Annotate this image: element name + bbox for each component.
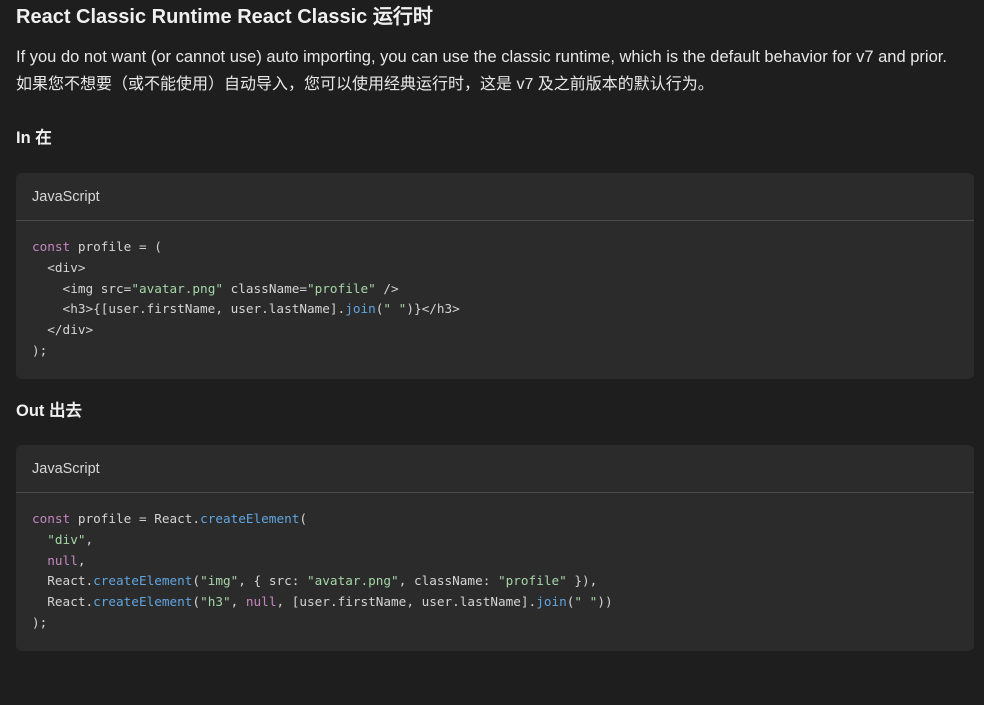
code-token: join (345, 301, 376, 317)
code-token: " " (383, 301, 407, 317)
code-token: "avatar.png" (307, 573, 399, 589)
code-token: null (245, 594, 277, 610)
code-token: ); (32, 342, 48, 358)
code-language-label: JavaScript (16, 173, 974, 221)
code-block-out: JavaScript const profile = React.createE… (16, 445, 974, 651)
code-content-out[interactable]: const profile = React.createElement( "di… (16, 493, 974, 634)
code-token: , className: (398, 573, 498, 589)
code-token: className= (222, 280, 308, 296)
code-token: profile = React. (70, 511, 201, 526)
code-token: createElement (200, 511, 300, 526)
code-token: join (536, 594, 567, 610)
section-heading-out: Out 出去 (16, 402, 82, 420)
code-token: , (77, 552, 86, 568)
code-token: <img src= (32, 280, 132, 296)
code-token: "avatar.png" (131, 280, 223, 296)
code-token: "profile" (307, 280, 376, 296)
code-token: ( (192, 573, 201, 589)
code-token: "img" (200, 573, 239, 589)
code-token: }), (566, 573, 598, 589)
code-token: <div> (32, 259, 86, 275)
code-token: "profile" (498, 573, 567, 589)
page-title: React Classic Runtime React Classic 运行时 (16, 6, 433, 28)
code-token: )}</h3> (406, 301, 460, 317)
code-token: "div" (47, 531, 86, 547)
code-token: , { src: (238, 573, 308, 589)
code-token: const (32, 239, 71, 254)
code-token: , [user.firstName, user.lastName]. (276, 594, 537, 610)
code-block-in: JavaScript const profile = ( <div> <img … (16, 173, 974, 379)
code-token: )) (597, 594, 613, 610)
docs-page: React Classic Runtime React Classic 运行时 … (0, 0, 984, 705)
code-token: </div> (32, 322, 94, 338)
code-token: null (47, 552, 78, 568)
code-token: " " (574, 594, 598, 610)
code-token: <h3>{[user.firstName, user.lastName]. (32, 301, 346, 317)
code-token: createElement (93, 594, 193, 610)
code-token: createElement (93, 573, 193, 589)
code-token: , (85, 531, 94, 547)
description-english: If you do not want (or cannot use) auto … (16, 48, 947, 66)
code-content-in[interactable]: const profile = ( <div> <img src="avatar… (16, 221, 974, 362)
code-token: profile = ( (70, 239, 162, 254)
code-token: const (32, 511, 71, 526)
code-token: , (230, 594, 246, 610)
code-token: ( (299, 511, 308, 526)
code-token: /> (375, 280, 399, 296)
code-language-label: JavaScript (16, 445, 974, 493)
code-token: React. (32, 594, 94, 610)
description-chinese: 如果您不想要（或不能使用）自动导入，您可以使用经典运行时，这是 v7 及之前版本… (16, 76, 714, 93)
section-heading-in: In 在 (16, 129, 52, 147)
code-token: "h3" (200, 594, 231, 610)
code-token: ( (192, 594, 201, 610)
code-token: React. (32, 573, 94, 589)
code-token: ); (32, 614, 48, 630)
